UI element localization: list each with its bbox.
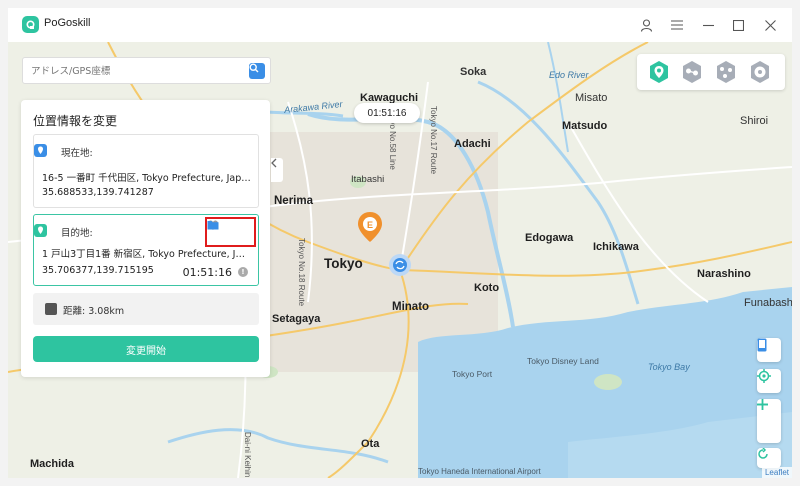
map-label-tokyo-disney: Tokyo Disney Land bbox=[527, 356, 599, 366]
locate-icon bbox=[757, 369, 771, 383]
map-label-tokyo-bay: Tokyo Bay bbox=[648, 362, 690, 372]
current-location-card: 現在地: 16-5 一番町 千代田区, Tokyo Prefecture, Ja… bbox=[33, 134, 259, 208]
distance-text: 距離: 3.08km bbox=[63, 306, 125, 317]
timer-bubble: 01:51:16 bbox=[354, 103, 420, 123]
favorite-actions-highlight bbox=[205, 217, 256, 247]
minimize-icon[interactable] bbox=[698, 15, 718, 35]
map-label-edogawa: Edogawa bbox=[525, 232, 574, 244]
collapse-panel-button[interactable] bbox=[271, 158, 283, 182]
svg-text:E: E bbox=[367, 220, 373, 230]
current-location-address: 16-5 一番町 千代田区, Tokyo Prefecture, Japan bbox=[42, 173, 252, 184]
refresh-icon bbox=[758, 448, 768, 459]
map-label-setagaya: Setagaya bbox=[272, 313, 321, 325]
map-label-itabashi: Itabashi bbox=[351, 174, 385, 185]
map-label-dai-ni-keihin: Dai-ni Keihin bbox=[243, 432, 252, 478]
map-label-misato: Misato bbox=[575, 92, 608, 104]
map-label-machida: Machida bbox=[30, 458, 75, 470]
close-icon[interactable] bbox=[760, 15, 780, 35]
search-button[interactable] bbox=[249, 63, 265, 79]
map-label-edo-river: Edo River bbox=[549, 70, 589, 80]
destination-pin-icon bbox=[34, 224, 47, 237]
map-label-narashino: Narashino bbox=[697, 268, 751, 280]
menu-icon[interactable] bbox=[667, 15, 687, 35]
map-label-route-17: Tokyo No.17 Route bbox=[429, 106, 438, 175]
zoom-control bbox=[757, 399, 781, 443]
distance-icon bbox=[45, 303, 57, 315]
map-label-soka: Soka bbox=[460, 66, 487, 78]
app-title: PoGoskill bbox=[44, 17, 91, 29]
start-move-button[interactable]: 変更開始 bbox=[33, 336, 259, 362]
map-label-koto: Koto bbox=[474, 282, 500, 294]
teleport-mode-icon[interactable] bbox=[647, 60, 671, 84]
user-icon[interactable] bbox=[636, 15, 656, 35]
joystick-mode-icon[interactable] bbox=[748, 60, 772, 84]
folder-icon[interactable] bbox=[207, 219, 219, 231]
current-location-coords: 35.688533,139.741287 bbox=[42, 187, 154, 198]
map-attribution[interactable]: Leaflet bbox=[761, 467, 792, 478]
current-location-pin-icon bbox=[34, 144, 47, 157]
app-window: PoGoskill E Soka Kawaguchi Edo River Ara… bbox=[8, 8, 792, 478]
map-label-haneda: Tokyo Haneda International Airport bbox=[418, 467, 541, 476]
search-bar bbox=[22, 57, 271, 84]
panel-title: 位置情報を変更 bbox=[33, 114, 118, 128]
minus-icon bbox=[757, 403, 768, 406]
destination-label: 目的地: bbox=[61, 228, 93, 239]
map-label-minato: Minato bbox=[392, 301, 430, 313]
map-label-adachi: Adachi bbox=[454, 138, 491, 150]
phone-icon bbox=[757, 338, 767, 352]
map-label-shiroi: Shiroi bbox=[740, 115, 769, 127]
map-label-ichikawa: Ichikawa bbox=[593, 241, 639, 253]
device-button[interactable] bbox=[757, 338, 781, 362]
destination-time: 01:51:16 bbox=[182, 266, 232, 279]
destination-address: 1 戸山3丁目1番 新宿区, Tokyo Prefecture, Ja... bbox=[42, 249, 247, 260]
reset-button[interactable] bbox=[757, 448, 781, 468]
map-label-funabashi: Funabashi bbox=[744, 297, 792, 309]
maximize-icon[interactable] bbox=[728, 15, 748, 35]
current-location-marker[interactable] bbox=[389, 254, 411, 276]
two-spot-mode-icon[interactable] bbox=[680, 60, 704, 84]
multi-spot-mode-icon[interactable] bbox=[714, 60, 738, 84]
distance-box: 距離: 3.08km bbox=[33, 293, 259, 325]
locate-button[interactable] bbox=[757, 369, 781, 393]
location-panel: 位置情報を変更 現在地: 16-5 一番町 千代田区, Tokyo Prefec… bbox=[21, 100, 270, 377]
map-view[interactable]: E Soka Kawaguchi Edo River Arakawa River… bbox=[8, 42, 792, 478]
destination-coords: 35.706377,139.715195 bbox=[42, 265, 154, 276]
app-logo-icon bbox=[22, 16, 39, 33]
mode-toolbar bbox=[637, 54, 785, 90]
current-location-label: 現在地: bbox=[61, 148, 93, 159]
search-input[interactable] bbox=[31, 62, 231, 80]
info-icon[interactable]: ! bbox=[238, 267, 248, 277]
destination-card[interactable]: 目的地: 1 戸山3丁目1番 新宿区, Tokyo Prefecture, Ja… bbox=[33, 214, 259, 286]
map-label-nerima: Nerima bbox=[274, 195, 313, 207]
map-label-ota: Ota bbox=[361, 438, 380, 450]
chevron-left-icon bbox=[271, 158, 277, 168]
map-label-route-18: Tokyo No.18 Route bbox=[297, 238, 306, 307]
map-label-tokyo: Tokyo bbox=[324, 256, 363, 271]
search-icon bbox=[249, 63, 259, 73]
map-label-tokyo-port: Tokyo Port bbox=[452, 369, 493, 379]
map-label-matsudo: Matsudo bbox=[562, 120, 608, 132]
title-bar: PoGoskill bbox=[8, 8, 792, 42]
